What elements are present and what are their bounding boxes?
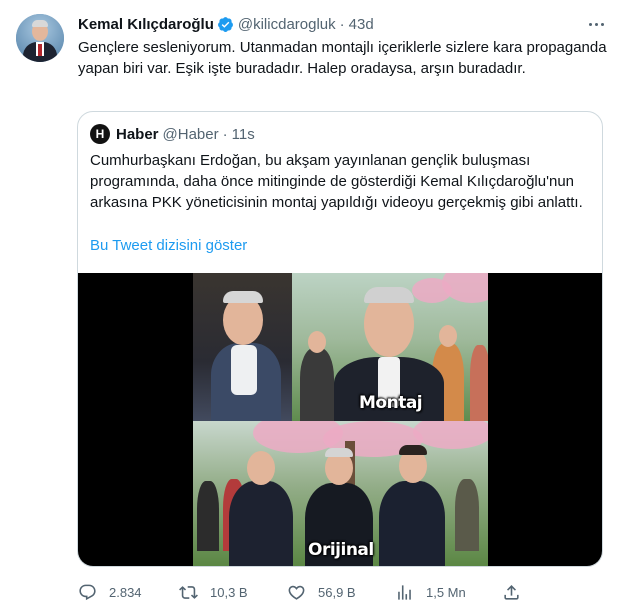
reply-count: 2.834 <box>109 584 142 600</box>
retweet-icon <box>179 585 198 599</box>
quote-header: H Haber @Haber · 11s <box>90 124 255 144</box>
share-icon <box>504 584 519 600</box>
quote-avatar[interactable]: H <box>90 124 110 144</box>
action-bar: 2.834 10,3 B 56,9 B 1,5 Mn <box>78 580 528 604</box>
tweet[interactable]: Kemal Kılıçdaroğlu @kilicdarogluk · 43d … <box>0 0 640 612</box>
quote-separator-dot: · <box>222 125 228 143</box>
reply-button[interactable]: 2.834 <box>78 580 142 604</box>
views-count: 1,5 Mn <box>426 584 466 600</box>
share-button[interactable] <box>502 580 521 604</box>
views-button[interactable]: 1,5 Mn <box>395 580 466 604</box>
reply-icon <box>79 584 96 600</box>
quote-time: 11s <box>231 125 255 143</box>
media-panel-left <box>193 273 292 421</box>
like-count: 56,9 B <box>318 584 356 600</box>
author-name[interactable]: Kemal Kılıçdaroğlu <box>78 16 214 33</box>
author-avatar[interactable] <box>16 14 64 62</box>
author-handle[interactable]: @kilicdarogluk <box>238 16 336 33</box>
tweet-time[interactable]: 43d <box>349 16 374 33</box>
show-thread-link[interactable]: Bu Tweet dizisini göster <box>90 237 247 254</box>
quote-video[interactable]: Montaj Orijinal <box>78 273 602 566</box>
tweet-text: Gençlere sesleniyorum. Utanmadan montajl… <box>78 39 607 77</box>
caption-montaj: Montaj <box>359 393 423 413</box>
retweet-button[interactable]: 10,3 B <box>179 580 248 604</box>
quote-author-name: Haber <box>116 125 159 143</box>
more-icon[interactable] <box>584 13 608 35</box>
tweet-header: Kemal Kılıçdaroğlu @kilicdarogluk · 43d <box>78 14 374 34</box>
quoted-tweet[interactable]: H Haber @Haber · 11s Cumhurbaşkanı Erdoğ… <box>77 111 603 567</box>
like-button[interactable]: 56,9 B <box>287 580 356 604</box>
retweet-count: 10,3 B <box>210 584 248 600</box>
caption-orijinal: Orijinal <box>308 540 374 560</box>
views-icon <box>398 584 411 600</box>
separator-dot: · <box>339 15 345 33</box>
verified-badge-icon <box>217 16 233 32</box>
quote-author-handle: @Haber <box>162 125 219 143</box>
like-icon <box>288 585 305 600</box>
quote-text: Cumhurbaşkanı Erdoğan, bu akşam yayınlan… <box>90 152 583 211</box>
